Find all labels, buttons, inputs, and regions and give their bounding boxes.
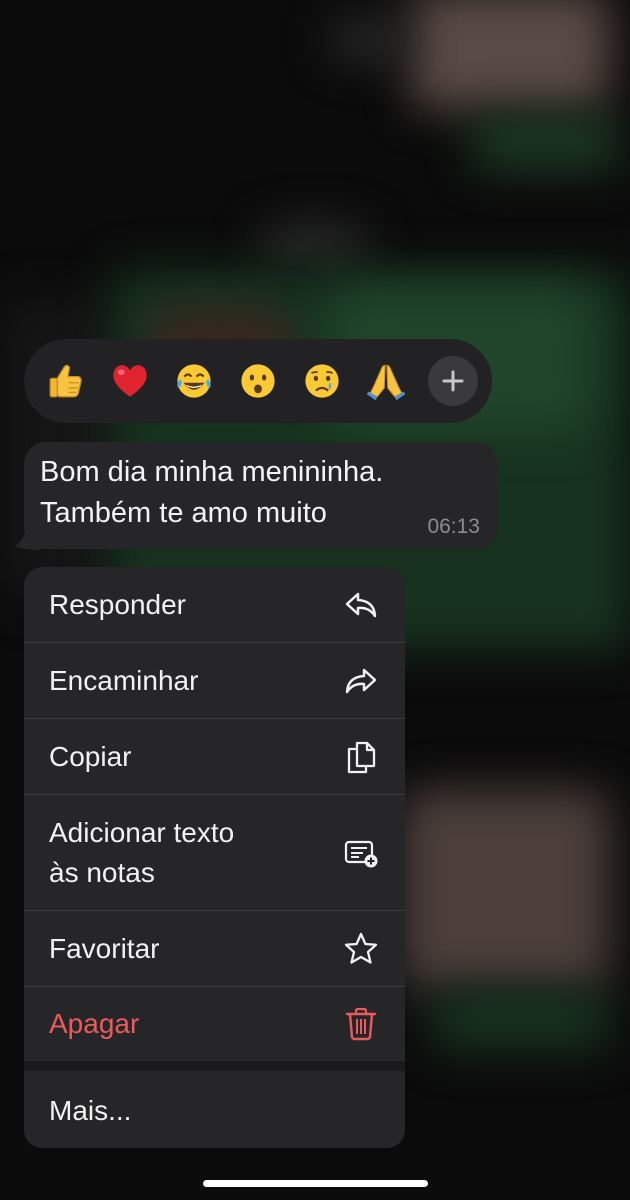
reaction-tears-of-joy[interactable]	[170, 357, 218, 405]
reply-icon	[341, 585, 381, 625]
copy-icon	[341, 737, 381, 777]
reaction-bar	[24, 339, 492, 423]
menu-item-label: Favoritar	[49, 933, 160, 964]
menu-item-favorite[interactable]: Favoritar	[24, 911, 405, 987]
heart-icon	[113, 365, 147, 397]
menu-item-label-line-2: às notas	[49, 857, 155, 888]
forward-icon	[341, 661, 381, 701]
reaction-folded-hands[interactable]	[362, 357, 410, 405]
folded-hands-icon	[366, 364, 406, 401]
message-text-line-1: Bom dia minha menininha.	[40, 456, 384, 488]
more-reactions-button[interactable]	[428, 356, 478, 406]
message-timestamp: 06:13	[427, 515, 480, 538]
menu-item-label: Responder	[49, 589, 186, 620]
menu-item-label: Apagar	[49, 1008, 140, 1039]
menu-item-copy[interactable]: Copiar	[24, 719, 405, 795]
menu-item-label-line-1: Adicionar texto	[49, 817, 235, 848]
menu-item-reply[interactable]: Responder	[24, 567, 405, 643]
message-bubble[interactable]: Bom dia minha menininha. Também te amo m…	[24, 442, 498, 549]
menu-item-add-to-notes[interactable]: Adicionar texto às notas	[24, 795, 405, 911]
crying-icon	[305, 364, 339, 398]
reaction-heart[interactable]	[106, 357, 154, 405]
star-icon	[341, 929, 381, 969]
menu-item-more[interactable]: Mais...	[24, 1071, 405, 1148]
surprised-icon	[241, 364, 275, 398]
reaction-surprised[interactable]	[234, 357, 282, 405]
tears-of-joy-icon	[177, 364, 211, 398]
menu-separator	[24, 1061, 405, 1071]
menu-item-forward[interactable]: Encaminhar	[24, 643, 405, 719]
add-note-icon	[341, 833, 381, 873]
menu-item-label: Copiar	[49, 741, 132, 772]
reaction-crying[interactable]	[298, 357, 346, 405]
reaction-thumbs-up[interactable]	[42, 357, 90, 405]
home-indicator[interactable]	[203, 1180, 428, 1187]
thumbs-up-icon	[49, 364, 82, 398]
message-text-line-2: Também te amo muito	[40, 497, 327, 529]
message-context-menu: Responder Encaminhar Copiar Adicionar te…	[24, 567, 405, 1148]
menu-item-label: Mais...	[49, 1095, 132, 1126]
menu-item-label: Encaminhar	[49, 665, 199, 696]
plus-icon	[442, 370, 464, 392]
menu-item-delete[interactable]: Apagar	[24, 987, 405, 1061]
trash-icon	[341, 1004, 381, 1044]
